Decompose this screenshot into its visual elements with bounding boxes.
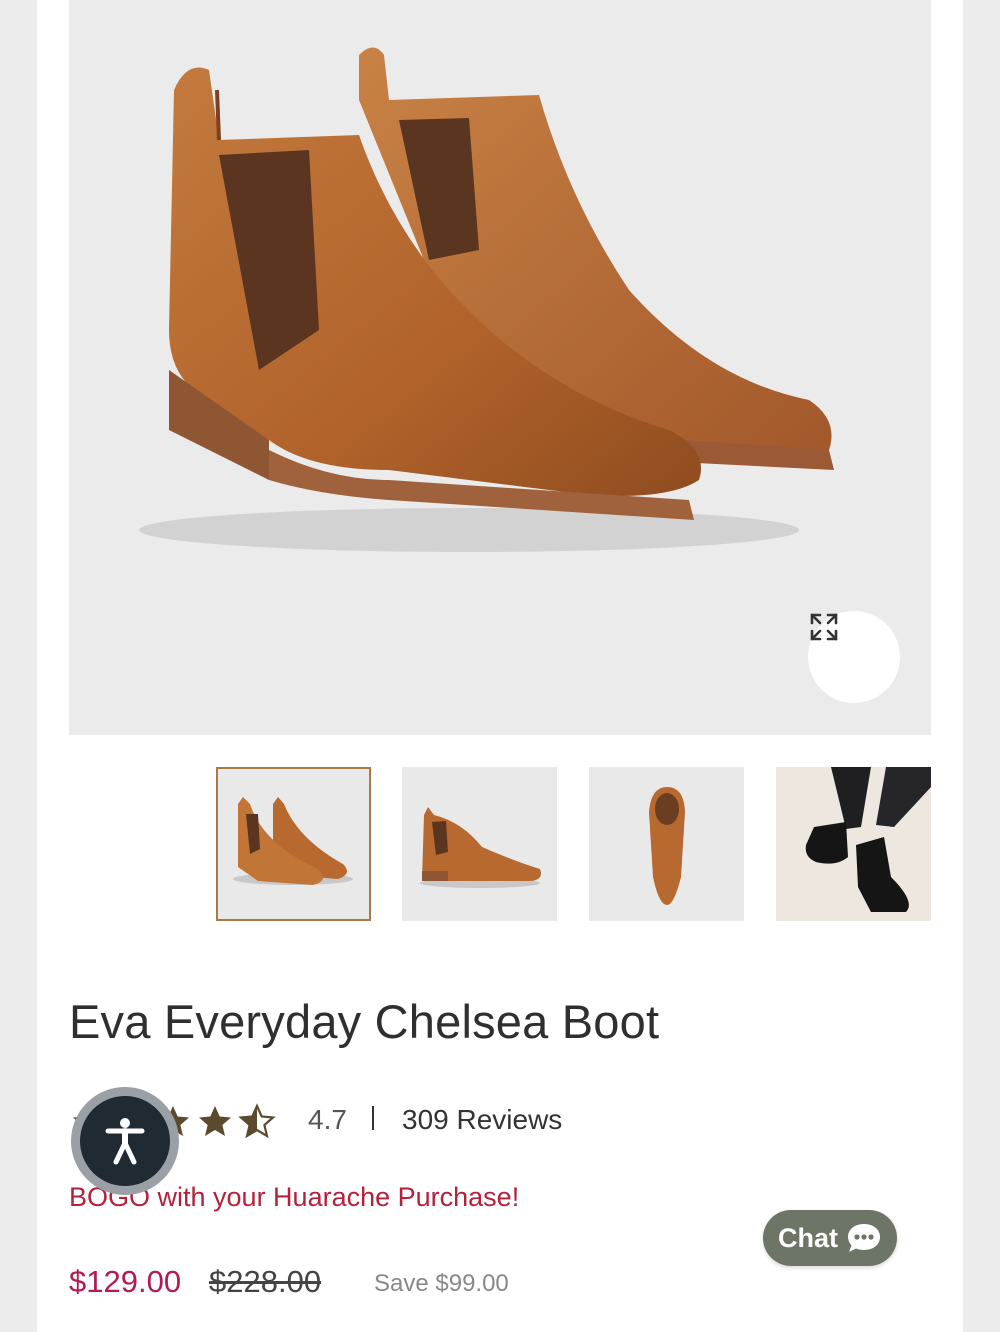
price-row: $129.00 $228.00 Save $99.00 (69, 1264, 669, 1308)
compare-at-price: $228.00 (209, 1264, 322, 1299)
thumbnail-single-side-image (420, 807, 541, 888)
chat-label: Chat (778, 1222, 838, 1253)
sale-price: $129.00 (69, 1264, 182, 1299)
boot-illustration (139, 47, 834, 552)
thumbnail-model-image (805, 767, 931, 912)
accessibility-person-icon (105, 1118, 145, 1165)
expand-image-button[interactable] (808, 611, 900, 703)
thumbnail-top-view-image (649, 787, 685, 905)
star-icon (199, 1106, 231, 1136)
thumbnail-3[interactable] (589, 767, 744, 921)
chat-bubble-icon (848, 1224, 880, 1252)
accessibility-button[interactable] (71, 1087, 179, 1195)
reviews-link[interactable]: 309 Reviews (402, 1104, 562, 1136)
thumbnail-strip (37, 767, 963, 923)
rating-divider (372, 1106, 374, 1130)
accessibility-button-inner (80, 1096, 170, 1186)
product-title: Eva Everyday Chelsea Boot (69, 995, 660, 1048)
rating-value: 4.7 (308, 1104, 347, 1135)
thumbnail-2[interactable] (402, 767, 557, 921)
thumbnail-4[interactable] (776, 767, 931, 921)
chat-button[interactable]: Chat (763, 1210, 897, 1266)
thumbnail-1[interactable] (216, 767, 371, 921)
thumbnail-pair-image (233, 797, 353, 885)
main-product-image[interactable] (69, 0, 931, 735)
savings-text: Save $99.00 (374, 1270, 509, 1297)
expand-arrows-icon (810, 613, 838, 641)
